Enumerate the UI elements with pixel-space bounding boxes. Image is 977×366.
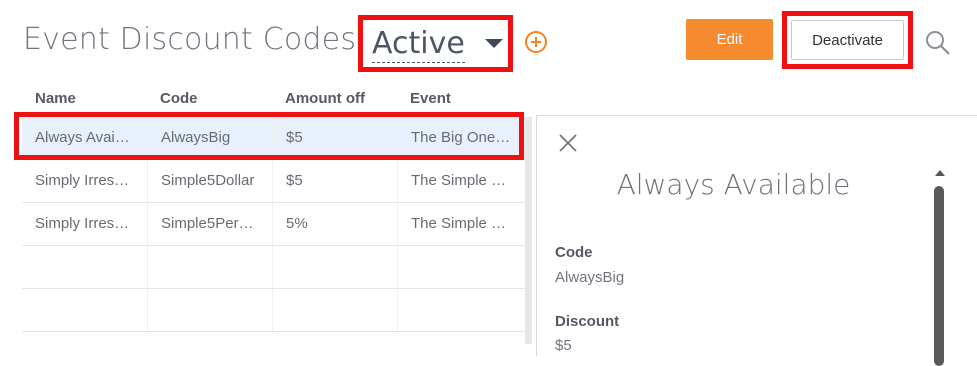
deactivate-button-wrapper: Deactivate (782, 11, 913, 69)
discount-label: Discount (555, 313, 620, 330)
table-row[interactable]: Always Avai… AlwaysBig $5 The Big One… (22, 117, 525, 160)
table-row-empty (22, 289, 525, 332)
cell-code: AlwaysBig (147, 117, 272, 159)
cell-empty (397, 289, 525, 331)
caret-down-icon (485, 39, 503, 48)
cell-name: Simply Irres… (35, 172, 130, 189)
status-filter-value: Active (372, 26, 465, 63)
cell-amount: $5 (272, 117, 397, 159)
detail-scrollbar-thumb[interactable] (934, 186, 944, 366)
cell-empty (22, 289, 147, 331)
table-row-empty (22, 246, 525, 289)
detail-panel: Always Available Code AlwaysBig Discount… (536, 115, 977, 366)
cell-empty (22, 246, 147, 288)
cell-name: Always Avai… (35, 129, 130, 146)
column-header-event[interactable]: Event (410, 90, 451, 107)
cell-empty (272, 246, 397, 288)
table-scrollbar[interactable] (525, 117, 532, 344)
edit-button[interactable]: Edit (686, 19, 773, 60)
cell-name: Simply Irres… (35, 215, 130, 232)
cell-empty (272, 289, 397, 331)
scroll-up-arrow-icon[interactable] (935, 170, 945, 176)
table-row[interactable]: Simply Irres… Simple5Per… 5% The Simple … (22, 203, 525, 246)
detail-title: Always Available (616, 168, 851, 201)
column-header-amount-off[interactable]: Amount off (285, 90, 365, 107)
cell-empty (147, 289, 272, 331)
status-filter-dropdown[interactable]: Active (358, 15, 513, 72)
table-row[interactable]: Simply Irres… Simple5Dollar $5 The Simpl… (22, 160, 525, 203)
cell-event: The Simple … (397, 203, 525, 245)
column-header-code[interactable]: Code (160, 90, 198, 107)
cell-event: The Big One… (397, 117, 525, 159)
column-header-name[interactable]: Name (35, 90, 76, 107)
code-value: AlwaysBig (555, 269, 625, 286)
cell-empty (397, 246, 525, 288)
close-icon[interactable] (558, 133, 578, 153)
table-body: Always Avai… AlwaysBig $5 The Big One… S… (22, 117, 525, 344)
cell-event: The Simple … (397, 160, 525, 202)
search-icon[interactable] (925, 30, 951, 56)
deactivate-button[interactable]: Deactivate (791, 20, 904, 60)
cell-empty (147, 246, 272, 288)
page-title: Event Discount Codes: (23, 22, 366, 57)
cell-code: Simple5Dollar (147, 160, 272, 202)
discount-value: $5 (555, 337, 572, 354)
cell-amount: $5 (272, 160, 397, 202)
cell-amount: 5% (272, 203, 397, 245)
table-header: Name Code Amount off Event (22, 86, 527, 114)
add-icon[interactable] (525, 31, 547, 53)
cell-code: Simple5Per… (147, 203, 272, 245)
page-title-label: Event Discount Codes: (23, 22, 367, 57)
code-label: Code (555, 244, 593, 261)
